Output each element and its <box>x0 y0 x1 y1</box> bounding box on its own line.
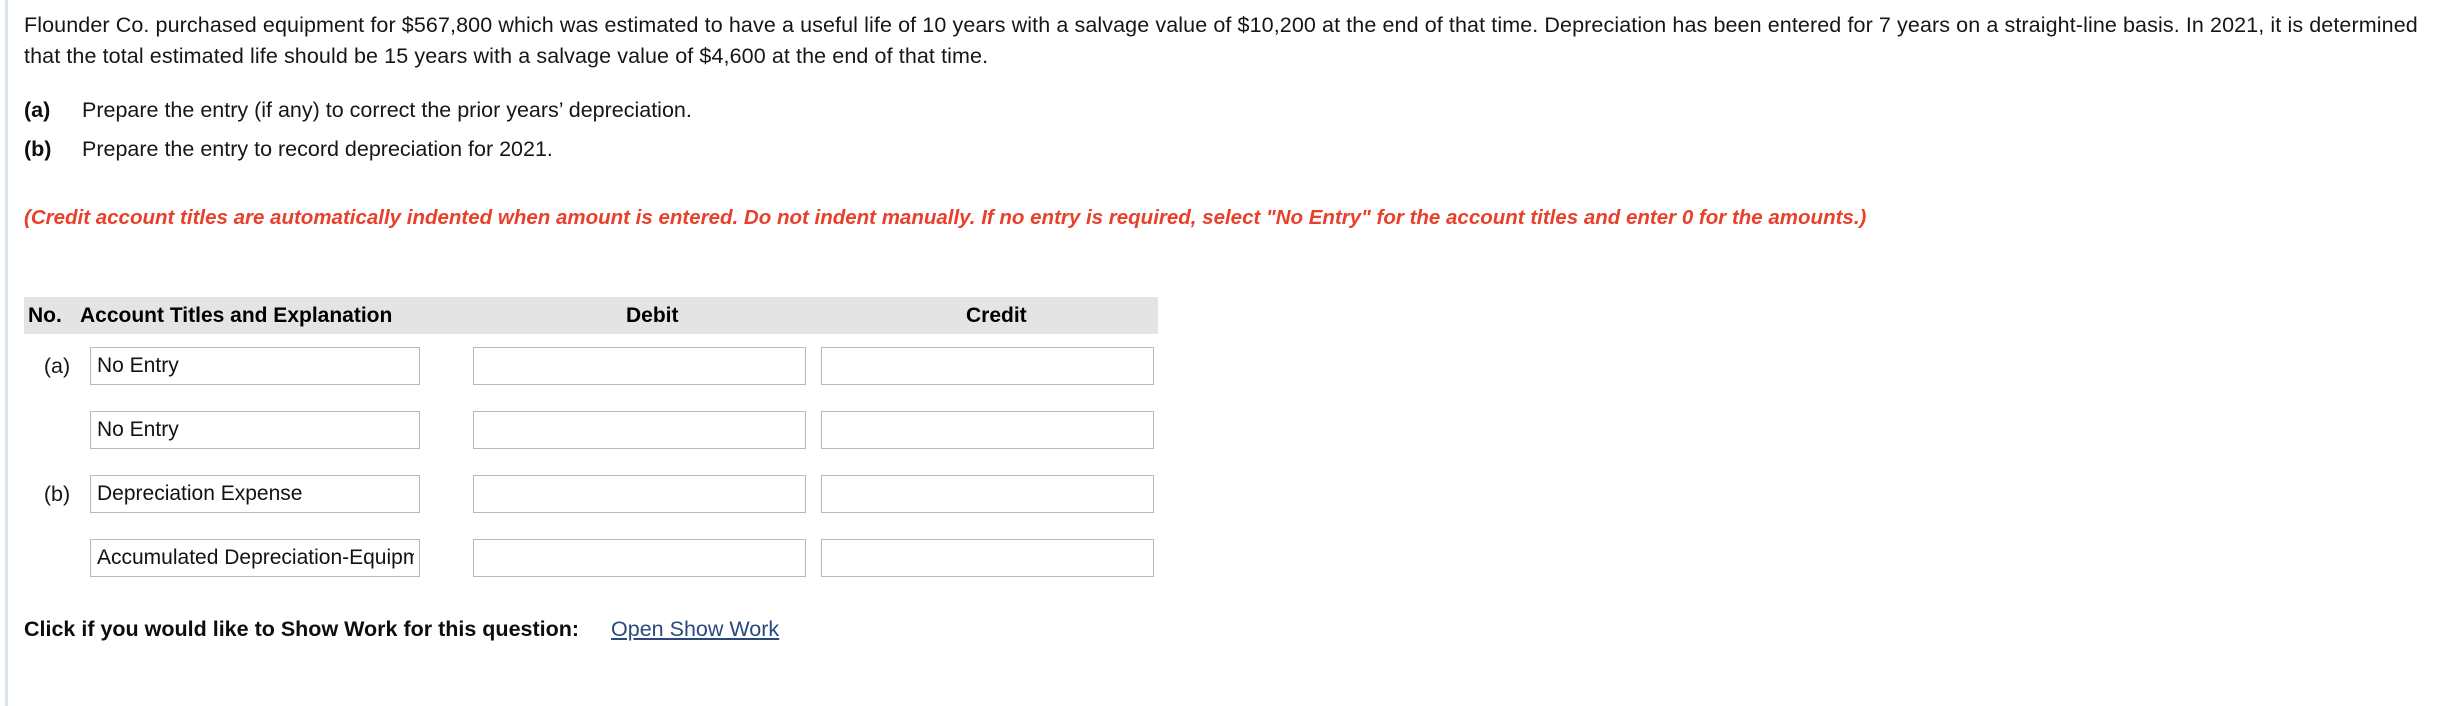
column-header-credit: Credit <box>966 303 1027 327</box>
entry-instructions-note: (Credit account titles are automatically… <box>24 206 1867 229</box>
column-header-debit: Debit <box>626 303 679 327</box>
requirement-b: (b) Prepare the entry to record deprecia… <box>24 137 1624 176</box>
debit-cell <box>473 411 806 449</box>
debit-amount-input-row2[interactable] <box>473 411 806 449</box>
debit-cell <box>473 539 806 577</box>
show-work-label: Click if you would like to Show Work for… <box>24 617 580 641</box>
requirement-b-letter: (b) <box>24 137 52 161</box>
account-title-input-row1[interactable] <box>90 347 420 385</box>
row-number-b: (b) <box>43 481 71 506</box>
requirements-list: (a) Prepare the entry (if any) to correc… <box>24 98 1624 176</box>
credit-amount-input-row1[interactable] <box>821 347 1154 385</box>
table-row: (a) <box>24 334 1164 398</box>
credit-cell <box>821 347 1154 385</box>
debit-amount-input-row3[interactable] <box>473 475 806 513</box>
credit-cell <box>821 539 1154 577</box>
requirement-a-letter: (a) <box>24 98 51 122</box>
credit-cell <box>821 475 1154 513</box>
table-row <box>24 398 1164 462</box>
debit-amount-input-row4[interactable] <box>473 539 806 577</box>
credit-cell <box>821 411 1154 449</box>
open-show-work-link[interactable]: Open Show Work <box>611 617 779 642</box>
problem-statement: Flounder Co. purchased equipment for $56… <box>24 13 2418 68</box>
debit-cell <box>473 475 806 513</box>
credit-amount-input-row3[interactable] <box>821 475 1154 513</box>
requirement-a-text: Prepare the entry (if any) to correct th… <box>82 98 692 122</box>
account-title-input-row2[interactable] <box>90 411 420 449</box>
row-number-a: (a) <box>43 353 71 378</box>
account-cell <box>90 539 420 577</box>
table-row: (b) <box>24 462 1164 526</box>
column-header-no: No. <box>28 303 62 327</box>
journal-entry-table: No. Account Titles and Explanation Debit… <box>24 297 1164 590</box>
table-header-row: No. Account Titles and Explanation Debit… <box>24 297 1158 334</box>
question-page: Flounder Co. purchased equipment for $56… <box>0 0 2446 706</box>
debit-cell <box>473 347 806 385</box>
requirement-a: (a) Prepare the entry (if any) to correc… <box>24 98 1624 137</box>
account-cell <box>90 411 420 449</box>
requirement-b-text: Prepare the entry to record depreciation… <box>82 137 553 161</box>
account-title-input-row3[interactable] <box>90 475 420 513</box>
account-cell <box>90 475 420 513</box>
account-title-input-row4[interactable] <box>90 539 420 577</box>
column-header-account: Account Titles and Explanation <box>80 303 393 327</box>
credit-amount-input-row2[interactable] <box>821 411 1154 449</box>
debit-amount-input-row1[interactable] <box>473 347 806 385</box>
table-row <box>24 526 1164 590</box>
account-cell <box>90 347 420 385</box>
show-work-row: Click if you would like to Show Work for… <box>24 617 779 642</box>
credit-amount-input-row4[interactable] <box>821 539 1154 577</box>
